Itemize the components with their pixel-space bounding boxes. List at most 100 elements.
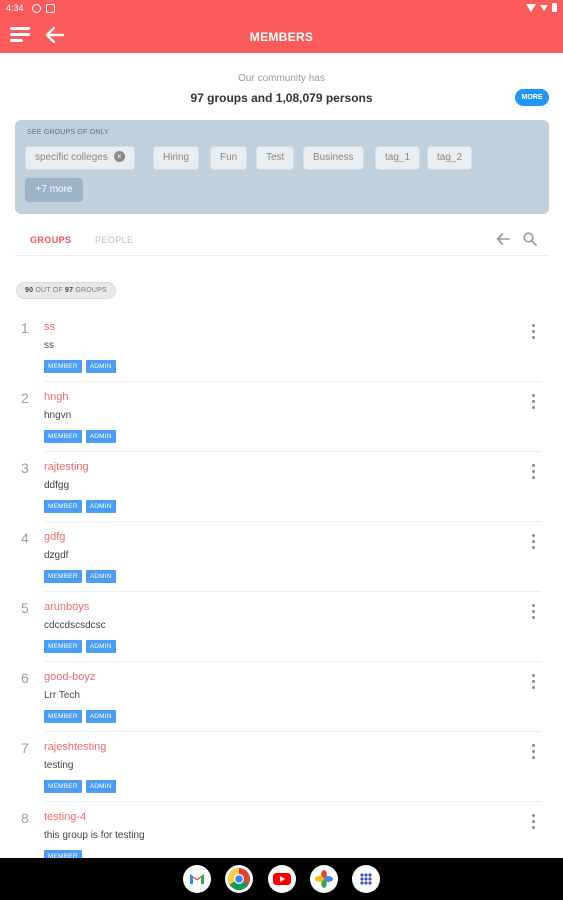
wifi-icon	[526, 3, 536, 12]
group-row[interactable]: 8 testing-4 this group is for testing ME…	[0, 802, 563, 858]
group-title[interactable]: gdfg	[44, 531, 65, 543]
member-badge: MEMBER	[44, 710, 82, 723]
admin-badge: ADMIN	[85, 500, 116, 513]
tab-groups[interactable]: GROUPS	[30, 235, 71, 245]
count-total: 97	[65, 287, 74, 294]
group-title[interactable]: arunboys	[44, 601, 89, 613]
status-time: 4:34	[6, 3, 24, 13]
back-arrow-icon[interactable]	[495, 232, 511, 246]
member-badge: MEMBER	[44, 360, 82, 373]
role-badges: MEMBER ADMIN	[44, 430, 116, 443]
more-vert-icon[interactable]	[527, 672, 541, 690]
more-filters-button[interactable]: +7 more	[25, 178, 83, 202]
group-description: hngvn	[44, 410, 72, 421]
row-number: 6	[21, 670, 29, 686]
member-badge: MEMBER	[44, 430, 82, 443]
group-row[interactable]: 2 hngh hngvn MEMBER ADMIN	[0, 382, 563, 452]
community-subtitle: Our community has	[238, 73, 325, 84]
search-icon[interactable]	[522, 231, 538, 247]
member-badge: MEMBER	[44, 850, 82, 858]
app-drawer-icon[interactable]	[352, 865, 380, 893]
role-badges: MEMBER ADMIN	[44, 570, 116, 583]
filter-chip-fun[interactable]: Fun	[210, 146, 248, 170]
more-vert-icon[interactable]	[527, 532, 541, 550]
admin-badge: ADMIN	[85, 640, 116, 653]
count-shown: 90	[25, 287, 34, 294]
row-number: 4	[21, 530, 29, 546]
signal-icon	[540, 4, 548, 11]
chrome-icon[interactable]	[225, 865, 253, 893]
role-badges: MEMBER	[44, 850, 82, 858]
role-badges: MEMBER ADMIN	[44, 780, 116, 793]
group-list: 1 ss ss MEMBER ADMIN 2 hngh hngvn MEMBER…	[0, 312, 563, 858]
gmail-icon[interactable]	[183, 865, 211, 893]
group-count-badge: 90 OUT OF 97 GROUPS	[16, 282, 116, 299]
group-title[interactable]: rajtesting	[44, 461, 89, 473]
youtube-icon[interactable]	[268, 865, 296, 893]
role-badges: MEMBER ADMIN	[44, 500, 116, 513]
chip-label: specific colleges	[35, 152, 108, 163]
community-headline: 97 groups and 1,08,079 persons	[190, 91, 373, 105]
group-filter-panel: SEE GROUPS OF ONLY specific colleges × Hi…	[15, 120, 549, 214]
role-badges: MEMBER ADMIN	[44, 710, 116, 723]
group-row[interactable]: 6 good-boyz Lrr Tech MEMBER ADMIN	[0, 662, 563, 732]
more-button[interactable]: MORE	[515, 89, 549, 106]
admin-badge: ADMIN	[85, 780, 116, 793]
member-badge: MEMBER	[44, 780, 82, 793]
row-number: 2	[21, 390, 29, 406]
group-row[interactable]: 7 rajeshtesting testing MEMBER ADMIN	[0, 732, 563, 802]
group-row[interactable]: 1 ss ss MEMBER ADMIN	[0, 312, 563, 382]
more-vert-icon[interactable]	[527, 602, 541, 620]
chip-clear-icon[interactable]: ×	[113, 150, 125, 162]
row-number: 7	[21, 740, 29, 756]
battery-icon	[552, 3, 557, 12]
filter-chip-tag-2[interactable]: tag_2	[427, 146, 473, 170]
more-vert-icon[interactable]	[527, 392, 541, 410]
app-bar: 4:34 MEMBERS	[0, 0, 563, 53]
group-title[interactable]: good-boyz	[44, 671, 95, 683]
filter-chip-tag-1[interactable]: tag_1	[375, 146, 421, 170]
admin-badge: ADMIN	[85, 570, 116, 583]
group-row[interactable]: 5 arunboys cdccdscsdcsc MEMBER ADMIN	[0, 592, 563, 662]
count-suffix: GROUPS	[75, 287, 107, 294]
filter-chip-business[interactable]: Business	[303, 146, 364, 170]
member-badge: MEMBER	[44, 570, 82, 583]
row-number: 1	[21, 320, 29, 336]
row-number: 8	[21, 810, 29, 826]
photos-icon[interactable]	[310, 865, 338, 893]
more-vert-icon[interactable]	[527, 742, 541, 760]
page-title: MEMBERS	[249, 30, 314, 44]
group-title[interactable]: rajeshtesting	[44, 741, 106, 753]
tab-bar: GROUPS PEOPLE	[15, 222, 549, 256]
group-description: ss	[44, 340, 54, 351]
group-description: Lrr Tech	[44, 690, 80, 701]
member-badge: MEMBER	[44, 640, 82, 653]
role-badges: MEMBER ADMIN	[44, 360, 116, 373]
group-description: dzgdf	[44, 550, 69, 561]
status-bar: 4:34	[0, 0, 563, 18]
filter-label: SEE GROUPS OF ONLY	[27, 129, 110, 136]
filter-chip-specific-colleges[interactable]: specific colleges ×	[25, 146, 135, 170]
group-title[interactable]: testing-4	[44, 811, 86, 823]
row-number: 3	[21, 460, 29, 476]
group-title[interactable]: hngh	[44, 391, 68, 403]
filter-chip-test[interactable]: Test	[256, 146, 295, 170]
status-indicators	[526, 3, 557, 12]
member-badge: MEMBER	[44, 500, 82, 513]
count-middle: OUT OF	[35, 287, 63, 294]
group-description: this group is for testing	[44, 830, 145, 841]
notification-icon	[32, 4, 41, 13]
more-vert-icon[interactable]	[527, 322, 541, 340]
filter-chip-hiring[interactable]: Hiring	[153, 146, 200, 170]
more-vert-icon[interactable]	[527, 462, 541, 480]
group-row[interactable]: 3 rajtesting ddfgg MEMBER ADMIN	[0, 452, 563, 522]
admin-badge: ADMIN	[85, 710, 116, 723]
group-row[interactable]: 4 gdfg dzgdf MEMBER ADMIN	[0, 522, 563, 592]
admin-badge: ADMIN	[85, 430, 116, 443]
row-number: 5	[21, 600, 29, 616]
more-vert-icon[interactable]	[527, 812, 541, 830]
sim-icon	[46, 4, 55, 13]
tab-people[interactable]: PEOPLE	[95, 235, 133, 245]
group-title[interactable]: ss	[44, 321, 55, 333]
role-badges: MEMBER ADMIN	[44, 640, 116, 653]
